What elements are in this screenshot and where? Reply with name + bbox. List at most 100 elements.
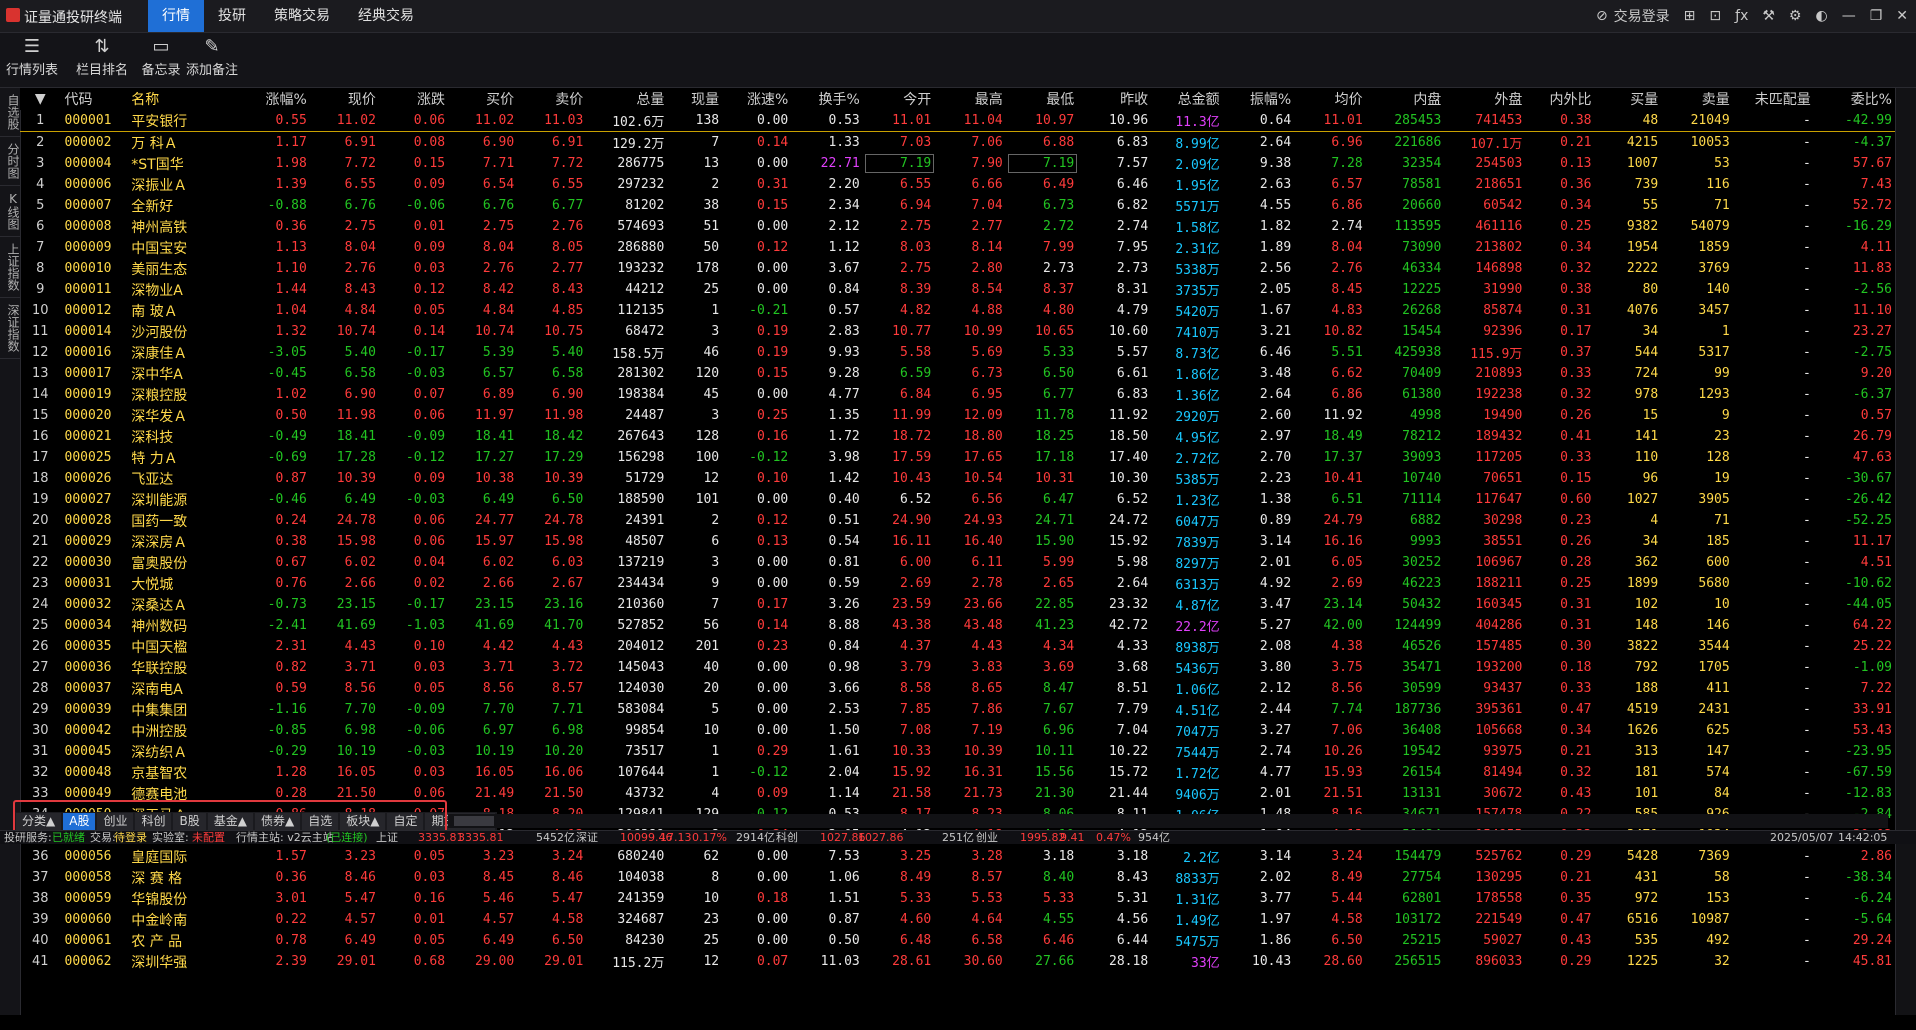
skin-icon[interactable]: ◐ bbox=[1815, 8, 1827, 24]
side-tab-sh-index[interactable]: 上证指数 bbox=[0, 237, 20, 298]
minimize-icon[interactable]: — bbox=[1842, 8, 1856, 24]
horizontal-scrollbar[interactable] bbox=[448, 814, 1888, 828]
header-amount[interactable]: 总金额 bbox=[1152, 88, 1224, 110]
cell-code: 000045 bbox=[64, 744, 112, 759]
cell-unmatched: - bbox=[1802, 366, 1811, 381]
table-row[interactable]: 38 000059 华锦股份 3.01 5.47 0.16 5.46 5.47 241359 10… bbox=[20, 888, 1896, 909]
toolbar-memo-button[interactable]: ▭ 备忘录 bbox=[140, 35, 182, 78]
table-row[interactable]: 5 000007 全新好 -0.88 6.76 -0.06 6.76 6.77 81202 38 0… bbox=[20, 195, 1896, 216]
table-row[interactable]: 2 000002 万 科Ａ 1.17 6.91 0.08 6.90 6.91 129.2万 7 0.… bbox=[20, 132, 1896, 154]
header-name[interactable]: 名称 bbox=[127, 88, 242, 110]
menu-item-research[interactable]: 投研 bbox=[204, 0, 260, 32]
status-trade-value[interactable]: 待登录 bbox=[114, 831, 147, 844]
menu-item-strategy-trade[interactable]: 策略交易 bbox=[260, 0, 344, 32]
table-row[interactable]: 30 000042 中洲控股 -0.85 6.98 -0.06 6.97 6.98 99854 1… bbox=[20, 720, 1896, 741]
table-row[interactable]: 31 000045 深纺织Ａ -0.29 10.19 -0.03 10.19 10.20 735… bbox=[20, 741, 1896, 762]
table-row[interactable]: 20 000028 国药一致 0.24 24.78 0.06 24.77 24.78 24391… bbox=[20, 510, 1896, 531]
side-tab-sz-index[interactable]: 深证指数 bbox=[0, 298, 20, 359]
header-change-pct[interactable]: 涨幅% bbox=[241, 88, 311, 110]
header-commission-ratio[interactable]: 委比% bbox=[1814, 88, 1896, 110]
header-open[interactable]: 今开 bbox=[863, 88, 936, 110]
table-row[interactable]: 13 000017 深中华A -0.45 6.58 -0.03 6.57 6.58 281302… bbox=[20, 363, 1896, 384]
cell-change: -0.06 bbox=[405, 198, 446, 213]
close-icon[interactable]: ✕ bbox=[1896, 8, 1908, 24]
table-row[interactable]: 14 000019 深粮控股 1.02 6.90 0.07 6.89 6.90 198384 45… bbox=[20, 384, 1896, 405]
table-row[interactable]: 40 000061 农 产 品 0.78 6.49 0.05 6.49 6.50 84230 25… bbox=[20, 930, 1896, 951]
cell-io-ratio: 0.33 bbox=[1560, 681, 1592, 696]
table-row[interactable]: 25 000034 神州数码 -2.41 41.69 -1.03 41.69 41.70 527… bbox=[20, 615, 1896, 636]
header-io-ratio[interactable]: 内外比 bbox=[1526, 88, 1596, 110]
cell-amplitude: 2.01 bbox=[1259, 786, 1292, 801]
header-outer-vol[interactable]: 外盘 bbox=[1445, 88, 1527, 110]
grid-icon[interactable]: ⊞ bbox=[1684, 8, 1696, 24]
settings-icon[interactable]: ⚙ bbox=[1789, 8, 1802, 24]
table-row[interactable]: 3 000004 *ST国华 1.98 7.72 0.15 7.71 7.72 286775 13… bbox=[20, 153, 1896, 174]
formula-icon[interactable]: ƒx bbox=[1735, 8, 1748, 24]
table-row[interactable]: 39 000060 中金岭南 0.22 4.57 0.01 4.57 4.58 324687 23… bbox=[20, 909, 1896, 930]
table-row[interactable]: 7 000009 中国宝安 1.13 8.04 0.09 8.04 8.05 286880 50 0… bbox=[20, 237, 1896, 258]
header-last-vol[interactable]: 现量 bbox=[668, 88, 724, 110]
maximize-icon[interactable]: ❐ bbox=[1870, 8, 1883, 24]
table-row[interactable]: 12 000016 深康佳Ａ -3.05 5.40 -0.17 5.39 5.40 158.5万… bbox=[20, 342, 1896, 363]
side-tab-watchlist[interactable]: 自选股 bbox=[0, 88, 20, 137]
toolbar-column-rank-button[interactable]: ⇅ 栏目排名 bbox=[74, 35, 130, 78]
vertical-scrollbar[interactable] bbox=[1895, 88, 1916, 1015]
table-row[interactable]: 28 000037 深南电A 0.59 8.56 0.05 8.56 8.57 124030 20… bbox=[20, 678, 1896, 699]
header-price[interactable]: 现价 bbox=[310, 88, 380, 110]
cell-ask-vol: 2431 bbox=[1698, 702, 1730, 717]
trade-login-button[interactable]: ⊘ 交易登录 bbox=[1596, 6, 1670, 26]
header-volume[interactable]: 总量 bbox=[587, 88, 669, 110]
side-tab-intraday[interactable]: 分时图 bbox=[0, 137, 20, 186]
table-row[interactable]: 41 000062 深圳华强 2.39 29.01 0.68 29.00 29.01 115.2… bbox=[20, 951, 1896, 972]
header-prev-close[interactable]: 昨收 bbox=[1078, 88, 1153, 110]
table-row[interactable]: 10 000012 南 玻Ａ 1.04 4.84 0.05 4.84 4.85 112135 1 -… bbox=[20, 300, 1896, 321]
header-bid[interactable]: 买价 bbox=[449, 88, 519, 110]
menu-item-classic-trade[interactable]: 经典交易 bbox=[344, 0, 428, 32]
table-row[interactable]: 16 000021 深科技 -0.49 18.41 -0.09 18.41 18.42 2676… bbox=[20, 426, 1896, 447]
table-row[interactable]: 22 000030 富奥股份 0.67 6.02 0.04 6.02 6.03 137219 3 0… bbox=[20, 552, 1896, 573]
cell-io-ratio: 0.17 bbox=[1560, 324, 1592, 339]
table-row[interactable]: 37 000058 深 赛 格 0.36 8.46 0.03 8.45 8.46 104038 8… bbox=[20, 867, 1896, 888]
header-unmatched[interactable]: 未匹配量 bbox=[1733, 88, 1815, 110]
header-sort[interactable]: ▼ bbox=[20, 88, 61, 110]
table-row[interactable]: 4 000006 深振业Ａ 1.39 6.55 0.09 6.54 6.55 297232 2 0.… bbox=[20, 174, 1896, 195]
table-row[interactable]: 17 000025 特 力Ａ -0.69 17.28 -0.12 17.27 17.29 156… bbox=[20, 447, 1896, 468]
table-row[interactable]: 24 000032 深桑达Ａ -0.73 23.15 -0.17 23.15 23.16 210… bbox=[20, 594, 1896, 615]
header-change[interactable]: 涨跌 bbox=[379, 88, 450, 110]
header-ask-vol[interactable]: 卖量 bbox=[1662, 88, 1734, 110]
toolbar-quote-list-button[interactable]: ☰ 行情列表 bbox=[6, 35, 58, 78]
table-row[interactable]: 19 000027 深圳能源 -0.46 6.49 -0.03 6.49 6.50 188590… bbox=[20, 489, 1896, 510]
layout-icon[interactable]: ⊡ bbox=[1709, 8, 1721, 24]
table-row[interactable]: 26 000035 中国天楹 2.31 4.43 0.10 4.42 4.43 204012 20… bbox=[20, 636, 1896, 657]
table-row[interactable]: 21 000029 深深房Ａ 0.38 15.98 0.06 15.97 15.98 48507… bbox=[20, 531, 1896, 552]
header-avg-price[interactable]: 均价 bbox=[1295, 88, 1367, 110]
header-high[interactable]: 最高 bbox=[935, 88, 1007, 110]
header-speed[interactable]: 涨速% bbox=[723, 88, 793, 110]
menu-item-quotes[interactable]: 行情 bbox=[148, 0, 204, 32]
table-row[interactable]: 1 000001 平安银行 0.55 11.02 0.06 11.02 11.03 102.6万… bbox=[20, 110, 1896, 132]
header-code[interactable]: 代码 bbox=[60, 88, 128, 110]
header-inner-vol[interactable]: 内盘 bbox=[1366, 88, 1446, 110]
header-ask[interactable]: 卖价 bbox=[518, 88, 588, 110]
table-row[interactable]: 9 000011 深物业A 1.44 8.43 0.12 8.42 8.43 44212 25 0.… bbox=[20, 279, 1896, 300]
table-row[interactable]: 8 000010 美丽生态 1.10 2.76 0.03 2.76 2.77 193232 178… bbox=[20, 258, 1896, 279]
table-row[interactable]: 36 000056 皇庭国际 1.57 3.23 0.05 3.23 3.24 680240 62… bbox=[20, 846, 1896, 867]
side-tab-kline[interactable]: K线图 bbox=[0, 186, 20, 237]
header-low[interactable]: 最低 bbox=[1006, 88, 1079, 110]
table-row[interactable]: 11 000014 沙河股份 1.32 10.74 0.14 10.74 10.75 68472… bbox=[20, 321, 1896, 342]
table-row[interactable]: 18 000026 飞亚达 0.87 10.39 0.09 10.38 10.39 51729 1… bbox=[20, 468, 1896, 489]
table-row[interactable]: 6 000008 神州高铁 0.36 2.75 0.01 2.75 2.76 574693 51 0… bbox=[20, 216, 1896, 237]
table-row[interactable]: 15 000020 深华发Ａ 0.50 11.98 0.06 11.97 11.98 24487… bbox=[20, 405, 1896, 426]
scroll-thumb[interactable] bbox=[454, 816, 494, 826]
cell-commission-ratio: 26.79 bbox=[1852, 429, 1892, 444]
cell-outer-vol: 193200 bbox=[1475, 660, 1523, 675]
tools-icon[interactable]: ⚒ bbox=[1762, 8, 1775, 24]
header-amplitude[interactable]: 振幅% bbox=[1223, 88, 1296, 110]
toolbar-add-note-button[interactable]: ✎ 添加备注 bbox=[184, 35, 240, 78]
table-row[interactable]: 32 000048 京基智农 1.28 16.05 0.03 16.05 16.06 10764… bbox=[20, 762, 1896, 783]
header-turnover[interactable]: 换手% bbox=[792, 88, 864, 110]
table-row[interactable]: 27 000036 华联控股 0.82 3.71 0.03 3.71 3.72 145043 40… bbox=[20, 657, 1896, 678]
header-bid-vol[interactable]: 买量 bbox=[1595, 88, 1663, 110]
table-row[interactable]: 23 000031 大悦城 0.76 2.66 0.02 2.66 2.67 234434 9 0.… bbox=[20, 573, 1896, 594]
table-row[interactable]: 29 000039 中集集团 -1.16 7.70 -0.09 7.70 7.71 583084… bbox=[20, 699, 1896, 720]
